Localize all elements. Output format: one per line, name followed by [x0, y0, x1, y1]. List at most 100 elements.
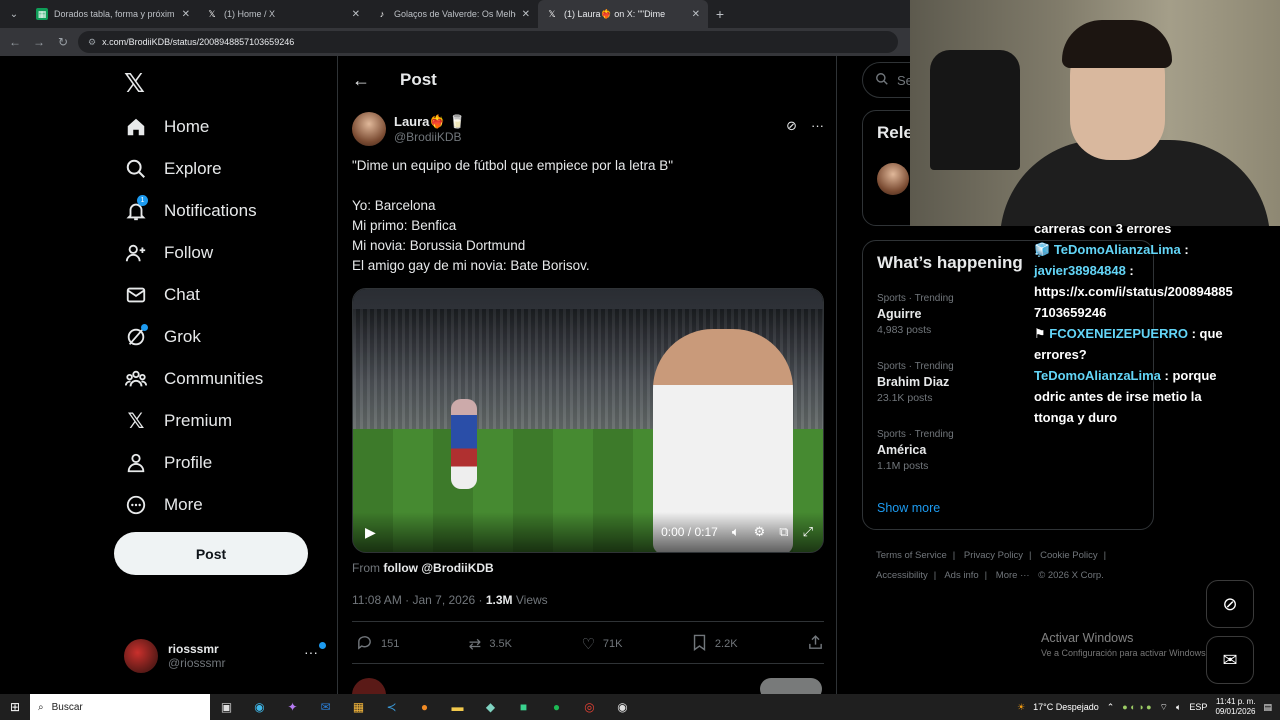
- chat-message: carreras con 3 errores: [1034, 221, 1172, 236]
- fullscreen-icon[interactable]: ⤢: [803, 524, 813, 540]
- taskbar-search[interactable]: ⌕ Buscar: [30, 694, 210, 720]
- sidebar-item-home[interactable]: Home: [124, 110, 209, 144]
- browser-tab[interactable]: ♪ Golaços de Valverde: Os Melho ✕: [368, 0, 538, 28]
- bookmark-count: 2.2K: [714, 638, 738, 650]
- webcam-person-hair: [1062, 20, 1172, 68]
- firefox-icon[interactable]: ●: [408, 700, 441, 714]
- x-logo-icon[interactable]: 𝕏: [124, 68, 145, 99]
- show-more-link[interactable]: Show more: [877, 501, 940, 515]
- share-button[interactable]: [807, 634, 824, 655]
- webcam-hanging-shirt: [930, 50, 1020, 170]
- forward-arrow-icon[interactable]: →: [30, 35, 48, 49]
- copyright: © 2026 X Corp.: [1038, 570, 1104, 581]
- clock[interactable]: 11:41 p. m. 09/01/2026: [1215, 697, 1255, 717]
- sidebar-item-communities[interactable]: Communities: [124, 362, 263, 396]
- weather-text[interactable]: 17°C Despejado: [1033, 702, 1099, 712]
- edge-icon[interactable]: ◉: [243, 700, 276, 714]
- divider: [352, 663, 824, 664]
- like-button[interactable]: ♡ 71K: [581, 635, 622, 653]
- views-label: Views: [512, 593, 548, 607]
- task-view-icon[interactable]: ▣: [210, 700, 243, 714]
- avatar[interactable]: [352, 112, 386, 146]
- browser-tab[interactable]: ▦ Dorados tabla, forma y próxim ✕: [28, 0, 198, 28]
- grok-floating-button[interactable]: ⊘: [1206, 580, 1254, 628]
- messages-floating-button[interactable]: ✉: [1206, 636, 1254, 684]
- video-player[interactable]: ▶ 0:00 / 0:17 🔈︎ ⚙ ⧉ ⤢: [352, 288, 824, 553]
- more-dots-icon[interactable]: ···: [304, 644, 318, 660]
- copilot-icon[interactable]: ✦: [276, 700, 309, 714]
- new-tab-button[interactable]: +: [708, 6, 732, 22]
- volume-icon[interactable]: 🔈︎: [732, 524, 740, 540]
- obs-icon[interactable]: ◉: [606, 700, 639, 714]
- more-dots-icon[interactable]: ···: [811, 118, 824, 134]
- chrome-icon[interactable]: ◎: [573, 700, 606, 714]
- close-tab-icon[interactable]: ✕: [522, 9, 530, 20]
- footer-link[interactable]: Ads info: [944, 570, 978, 581]
- spotify-icon[interactable]: ●: [540, 700, 573, 714]
- sidebar-item-premium[interactable]: 𝕏 Premium: [124, 404, 232, 438]
- tab-title: Dorados tabla, forma y próxim: [54, 9, 175, 19]
- store-icon[interactable]: ▦: [342, 700, 375, 714]
- settings-gear-icon[interactable]: ⚙: [754, 524, 766, 540]
- sidebar-item-explore[interactable]: Explore: [124, 152, 222, 186]
- address-bar[interactable]: ⚙ x.com/BrodiiKDB/status/200894885710365…: [78, 31, 898, 53]
- footer-link[interactable]: Privacy Policy: [964, 550, 1023, 561]
- avatar: [124, 639, 158, 673]
- reply-submit-button[interactable]: [760, 678, 822, 694]
- sidebar-item-label: Grok: [164, 327, 201, 346]
- browser-tab[interactable]: 𝕏 (1) Home / X ✕: [198, 0, 368, 28]
- site-info-icon[interactable]: ⚙: [88, 37, 96, 48]
- weather-icon[interactable]: ☀: [1017, 702, 1025, 713]
- from-link[interactable]: follow @BrodiiKDB: [383, 561, 493, 575]
- play-icon[interactable]: ▶: [365, 524, 376, 541]
- back-arrow-icon[interactable]: ←: [352, 70, 370, 91]
- post-text-line: Mi novia: Borussia Dortmund: [352, 238, 526, 253]
- footer-separator: |: [952, 550, 956, 561]
- sidebar-item-notifications[interactable]: 1 Notifications: [124, 194, 257, 228]
- avatar[interactable]: [877, 163, 909, 195]
- folder-icon[interactable]: ▬: [441, 700, 474, 714]
- footer-link[interactable]: Accessibility: [876, 570, 928, 581]
- repost-button[interactable]: ⇄ 3.5K: [469, 635, 512, 653]
- post-timestamp[interactable]: 11:08 AM · Jan 7, 2026 ·: [352, 593, 486, 607]
- wifi-icon[interactable]: ⌔: [1160, 702, 1168, 713]
- language-indicator[interactable]: ESP: [1189, 702, 1207, 712]
- tray-chevron-icon[interactable]: ⌃: [1107, 702, 1115, 713]
- reload-icon[interactable]: ↻: [54, 35, 72, 49]
- account-switcher[interactable]: riosssmr @riosssmr ···: [124, 636, 326, 676]
- tab-title: (1) Home / X: [224, 9, 276, 19]
- notifications-icon[interactable]: ▤: [1263, 702, 1272, 713]
- pip-icon[interactable]: ⧉: [779, 524, 788, 540]
- author-handle[interactable]: @BrodiiKDB: [394, 130, 465, 144]
- author-name[interactable]: Laura❤️‍🔥 🥛: [394, 114, 465, 130]
- pycharm-icon[interactable]: ■: [507, 700, 540, 714]
- sidebar-item-follow[interactable]: Follow: [124, 236, 213, 270]
- app-icon[interactable]: ◆: [474, 700, 507, 714]
- sidebar-item-profile[interactable]: Profile: [124, 446, 212, 480]
- sidebar-item-chat[interactable]: Chat: [124, 278, 200, 312]
- close-tab-icon[interactable]: ✕: [692, 9, 700, 20]
- bookmark-button[interactable]: 2.2K: [692, 634, 738, 655]
- footer-link[interactable]: More ···: [996, 570, 1030, 581]
- outlook-icon[interactable]: ✉: [309, 700, 342, 714]
- tiktok-icon: ♪: [379, 9, 385, 19]
- reply-button[interactable]: 151: [356, 634, 399, 655]
- close-tab-icon[interactable]: ✕: [352, 9, 360, 20]
- close-tab-icon[interactable]: ✕: [182, 9, 190, 20]
- tab-title: (1) Laura❤️‍🔥 on X: ""Dime: [564, 8, 666, 19]
- footer-link[interactable]: Cookie Policy: [1040, 550, 1098, 561]
- volume-icon[interactable]: 🔈︎: [1176, 702, 1181, 713]
- back-arrow-icon[interactable]: ←: [6, 35, 24, 49]
- browser-tab-active[interactable]: 𝕏 (1) Laura❤️‍🔥 on X: ""Dime ✕: [538, 0, 708, 28]
- vscode-icon[interactable]: ≺: [375, 700, 408, 714]
- sidebar-item-grok[interactable]: Grok: [124, 320, 201, 354]
- windows-start-icon[interactable]: ⊞: [0, 700, 30, 714]
- tray-apps-icon[interactable]: ● ◐ ◑ ●: [1122, 702, 1151, 712]
- grok-icon[interactable]: ⊘: [786, 118, 797, 134]
- sidebar-item-more[interactable]: More: [124, 488, 203, 522]
- tab-search-menu-icon[interactable]: ⌄: [0, 0, 28, 28]
- post-button[interactable]: Post: [114, 532, 308, 575]
- footer-link[interactable]: Terms of Service: [876, 550, 947, 561]
- chat-message: 7103659246: [1034, 305, 1107, 320]
- chat-line: errores?: [1034, 344, 1280, 365]
